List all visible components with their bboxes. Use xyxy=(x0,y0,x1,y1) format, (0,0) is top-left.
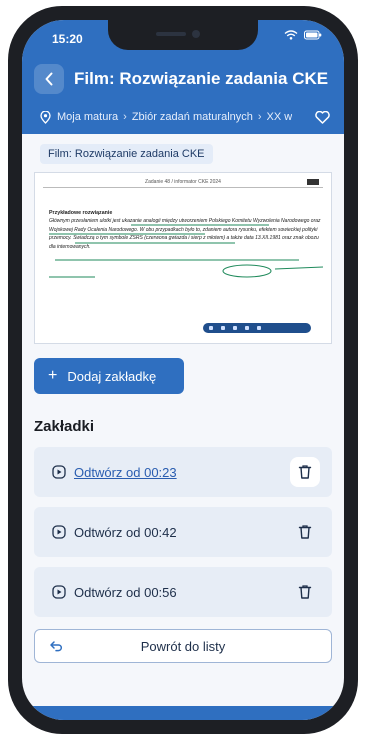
status-time: 15:20 xyxy=(52,32,83,46)
phone-frame: 15:20 Film: Rozwiązanie zadania CKE Moja… xyxy=(8,6,358,734)
breadcrumb: Moja matura › Zbiór zadań maturalnych › … xyxy=(22,100,344,134)
trash-icon xyxy=(298,525,312,539)
delete-bookmark-button[interactable] xyxy=(290,517,320,547)
return-arrow-icon xyxy=(50,641,62,652)
camera-notch xyxy=(108,20,258,50)
front-camera xyxy=(192,30,200,38)
page-title: Film: Rozwiązanie zadania CKE xyxy=(74,69,329,88)
breadcrumb-item-xx-wiek[interactable]: XX w xyxy=(267,111,293,123)
plus-icon: + xyxy=(48,367,58,384)
bottom-bar xyxy=(22,706,344,720)
bookmarks-heading: Zakładki xyxy=(34,418,95,435)
app-screen: 15:20 Film: Rozwiązanie zadania CKE Moja… xyxy=(22,20,344,720)
video-player[interactable]: Zadanie 48 / informator CKE 2024 Przykła… xyxy=(34,172,332,344)
location-pin-icon xyxy=(40,110,51,124)
chevron-right-icon: › xyxy=(123,111,127,123)
bookmark-play-link[interactable]: Odtwórz od 00:56 xyxy=(74,585,177,600)
settings-control-icon[interactable] xyxy=(233,326,237,330)
battery-icon xyxy=(304,30,322,40)
trash-icon xyxy=(298,465,312,479)
wifi-icon xyxy=(284,30,298,40)
trash-icon xyxy=(298,585,312,599)
add-bookmark-label: Dodaj zakładkę xyxy=(67,368,157,384)
main-content: Film: Rozwiązanie zadania CKE Zadanie 48… xyxy=(22,134,344,663)
bookmark-play-link[interactable]: Odtwórz od 00:42 xyxy=(74,525,177,540)
breadcrumb-item-zbior-zadan[interactable]: Zbiór zadań maturalnych xyxy=(132,111,253,123)
back-button[interactable] xyxy=(34,64,64,94)
bookmark-item[interactable]: Odtwórz od 00:42 xyxy=(34,507,332,557)
delete-bookmark-button[interactable] xyxy=(290,457,320,487)
bookmark-item[interactable]: Odtwórz od 00:23 xyxy=(34,447,332,497)
title-bar: Film: Rozwiązanie zadania CKE xyxy=(22,58,344,100)
breadcrumb-item-moja-matura[interactable]: Moja matura xyxy=(57,111,118,123)
delete-bookmark-button[interactable] xyxy=(290,577,320,607)
speaker-grille xyxy=(156,32,186,36)
teacher-annotations xyxy=(49,224,324,278)
play-circle-icon xyxy=(52,465,66,479)
bookmark-play-link[interactable]: Odtwórz od 00:23 xyxy=(74,465,177,480)
add-bookmark-button[interactable]: + Dodaj zakładkę xyxy=(34,358,184,394)
volume-control-icon[interactable] xyxy=(221,326,225,330)
play-circle-icon xyxy=(52,525,66,539)
status-icons xyxy=(284,30,322,40)
video-controls[interactable] xyxy=(203,323,311,333)
return-to-list-label: Powrót do listy xyxy=(140,638,226,654)
return-to-list-button[interactable]: Powrót do listy xyxy=(34,629,332,663)
film-title-chip: Film: Rozwiązanie zadania CKE xyxy=(40,144,213,164)
heart-icon[interactable] xyxy=(315,110,330,124)
close-control-icon[interactable] xyxy=(257,326,261,330)
chevron-right-icon: › xyxy=(257,111,262,123)
play-circle-icon xyxy=(52,585,66,599)
play-control-icon[interactable] xyxy=(209,326,213,330)
bookmark-item[interactable]: Odtwórz od 00:56 xyxy=(34,567,332,617)
chevron-left-icon xyxy=(45,72,53,86)
fullscreen-control-icon[interactable] xyxy=(245,326,249,330)
